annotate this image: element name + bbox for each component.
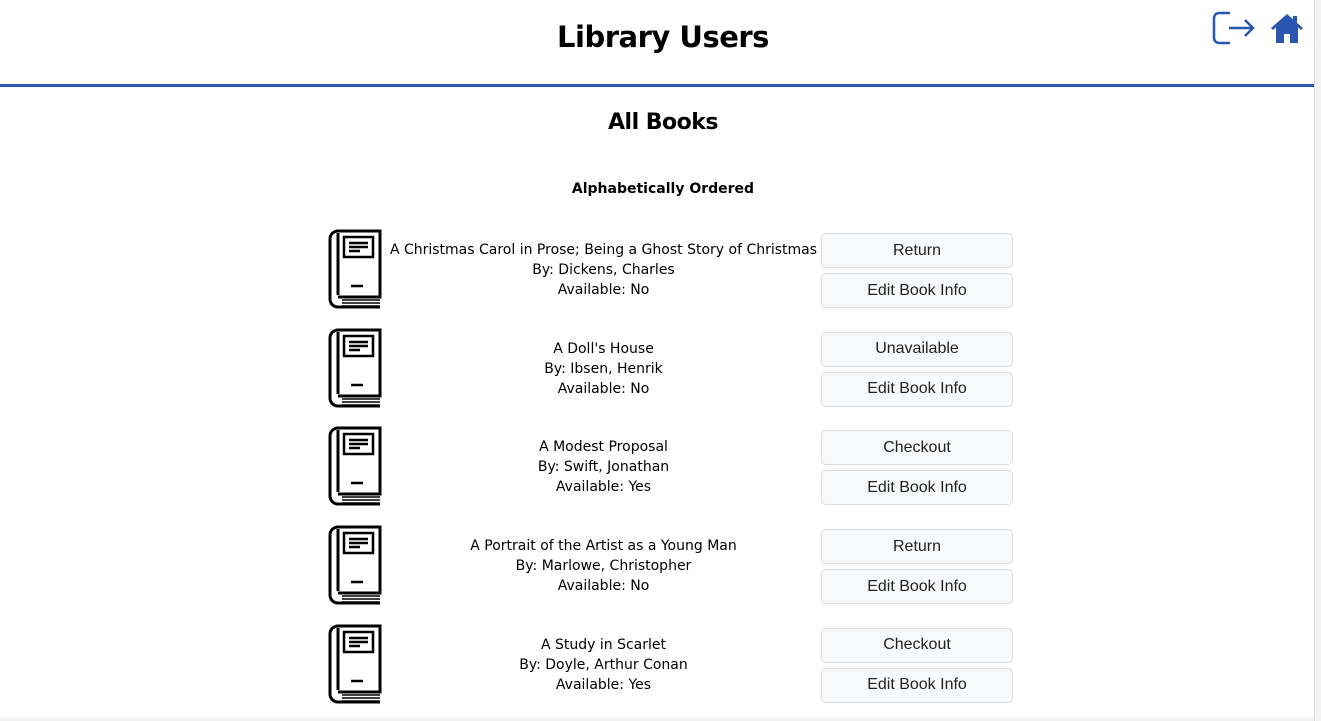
edit-book-info-button[interactable]: Edit Book Info [821,273,1013,308]
book-availability: Available: Yes [555,676,652,693]
book-icon [326,426,382,510]
book-title: A Christmas Carol in Prose; Being a Ghos… [389,242,818,258]
book-author: By: Marlowe, Christopher [515,558,692,575]
section-heading: All Books [608,110,719,135]
book-action-button[interactable]: Return [821,233,1013,268]
header: Library Users [0,0,1314,87]
book-author: By: Dickens, Charles [532,262,675,278]
logout-icon[interactable] [1212,11,1256,49]
book-action-button[interactable]: Return [821,529,1013,565]
scrollbar[interactable] [1314,0,1321,721]
book-availability: Available: No [557,578,650,595]
book-title: A Portrait of the Artist as a Young Man [470,538,737,555]
sort-label: Alphabetically Ordered [571,181,755,197]
book-icon [326,525,382,609]
edit-book-info-button[interactable]: Edit Book Info [821,667,1013,703]
book-icon [326,229,382,313]
book-icon [326,328,382,412]
book-availability: Available: Yes [555,479,652,496]
book-availability: Available: No [557,380,650,397]
book-availability: Available: No [557,282,650,298]
home-icon[interactable] [1270,12,1304,48]
book-title: A Study in Scarlet [540,636,667,653]
book-action-button[interactable]: Checkout [821,430,1013,466]
book-item: A Modest Proposal By: Swift, Jonathan Av… [326,426,1016,508]
book-author: By: Ibsen, Henrik [544,360,663,377]
book-action-button[interactable]: Checkout [821,627,1013,663]
book-title: A Doll's House [553,340,654,357]
edit-book-info-button[interactable]: Edit Book Info [821,569,1013,605]
edit-book-info-button[interactable]: Edit Book Info [821,470,1013,506]
book-item: A Portrait of the Artist as a Young Man … [326,525,1016,607]
book-author: By: Swift, Jonathan [537,459,670,476]
book-author: By: Doyle, Arthur Conan [519,656,688,673]
book-title: A Modest Proposal [539,439,668,456]
book-item: A Doll's House By: Ibsen, Henrik Availab… [326,328,1016,410]
book-item: A Christmas Carol in Prose; Being a Ghos… [326,229,1016,311]
edit-book-info-button[interactable]: Edit Book Info [821,371,1013,407]
page-title: Library Users [557,20,769,54]
book-item: A Study in Scarlet By: Doyle, Arthur Con… [326,624,1016,706]
book-action-button[interactable]: Unavailable [821,331,1013,367]
book-icon [326,624,382,708]
